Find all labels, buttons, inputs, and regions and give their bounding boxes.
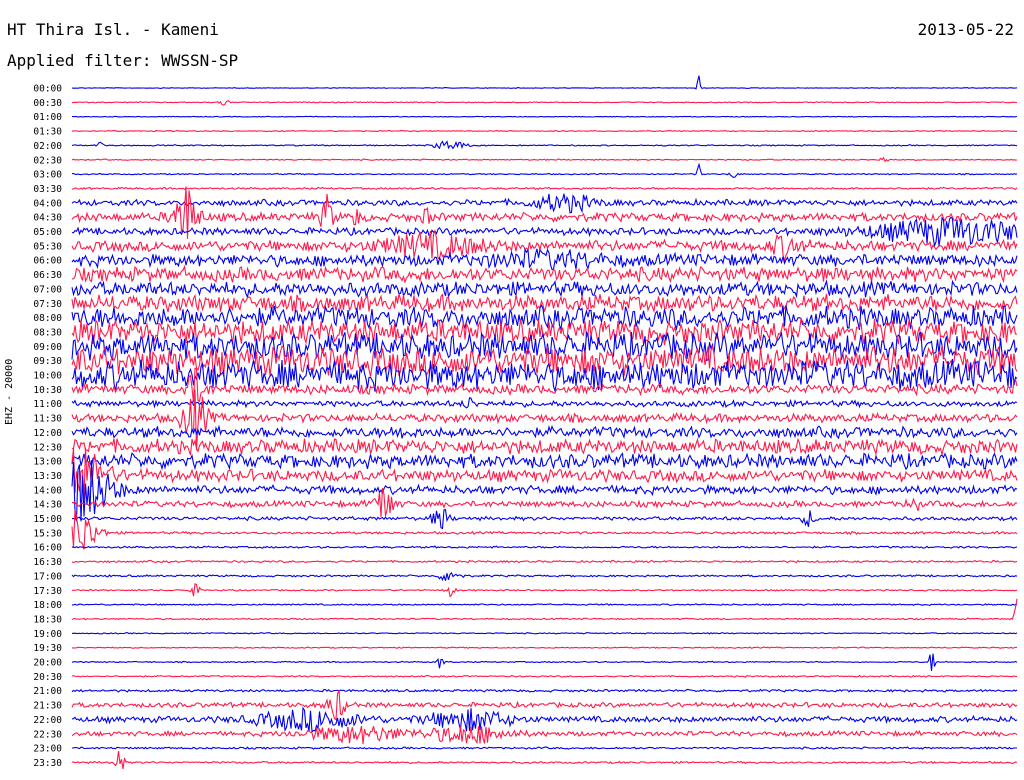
time-label: 13:00 bbox=[33, 457, 62, 468]
time-label: 03:30 bbox=[33, 184, 62, 195]
trace-row bbox=[71, 264, 1018, 284]
time-label: 22:30 bbox=[33, 729, 62, 740]
time-label: 09:30 bbox=[33, 356, 62, 367]
trace-row bbox=[71, 75, 1018, 90]
trace-row bbox=[71, 571, 1018, 582]
time-label: 20:30 bbox=[33, 672, 62, 683]
time-label: 05:00 bbox=[33, 227, 62, 238]
trace-row bbox=[71, 424, 1018, 440]
time-label: 10:00 bbox=[33, 371, 62, 382]
time-label: 17:00 bbox=[33, 571, 62, 582]
trace-row bbox=[71, 129, 1018, 133]
trace-row bbox=[71, 193, 1018, 214]
time-label: 14:00 bbox=[33, 485, 62, 496]
trace-row bbox=[71, 706, 1018, 733]
trace-row bbox=[71, 293, 1018, 314]
time-label: 23:30 bbox=[33, 758, 62, 769]
seismic-traces bbox=[71, 75, 1018, 770]
time-label: 17:30 bbox=[33, 586, 62, 597]
time-label: 16:30 bbox=[33, 557, 62, 568]
time-label: 07:00 bbox=[33, 284, 62, 295]
time-label: 23:00 bbox=[33, 744, 62, 755]
trace-row bbox=[71, 186, 1018, 191]
trace-row bbox=[71, 358, 1018, 393]
time-label: 19:00 bbox=[33, 629, 62, 640]
trace-row bbox=[72, 162, 1018, 178]
trace-row bbox=[71, 460, 1018, 522]
time-label: 11:00 bbox=[33, 399, 62, 410]
time-label: 04:30 bbox=[33, 213, 62, 224]
trace-row bbox=[71, 603, 1018, 607]
trace-row bbox=[71, 598, 1018, 621]
time-label: 18:00 bbox=[33, 600, 62, 611]
time-label: 03:00 bbox=[33, 170, 62, 181]
time-label: 05:30 bbox=[33, 241, 62, 252]
trace-row bbox=[71, 632, 1018, 635]
trace-row bbox=[71, 452, 1018, 471]
time-label: 08:00 bbox=[33, 313, 62, 324]
trace-row bbox=[71, 751, 1018, 770]
time-label: 19:30 bbox=[33, 643, 62, 654]
trace-row bbox=[71, 653, 1018, 671]
date-label: 2013-05-22 bbox=[917, 20, 1014, 39]
trace-row bbox=[71, 509, 1018, 550]
time-label: 20:00 bbox=[33, 658, 62, 669]
time-label: 06:30 bbox=[33, 270, 62, 281]
time-label: 21:00 bbox=[33, 686, 62, 697]
time-label: 14:30 bbox=[33, 500, 62, 511]
time-label: 21:30 bbox=[33, 701, 62, 712]
time-label: 22:00 bbox=[33, 715, 62, 726]
trace-row bbox=[71, 725, 1018, 745]
time-label: 01:00 bbox=[33, 112, 62, 123]
trace-row bbox=[71, 229, 1018, 263]
trace-row bbox=[71, 437, 1018, 456]
time-label: 00:00 bbox=[33, 84, 62, 95]
time-label: 02:00 bbox=[33, 141, 62, 152]
trace-row bbox=[71, 674, 1018, 678]
trace-row bbox=[71, 397, 1018, 409]
time-label: 15:00 bbox=[33, 514, 62, 525]
trace-row bbox=[71, 688, 1018, 693]
trace-row bbox=[71, 156, 1018, 163]
trace-row bbox=[71, 140, 1018, 150]
filter-label: Applied filter: WWSSN-SP bbox=[7, 51, 239, 70]
trace-row bbox=[71, 248, 1018, 271]
time-label: 16:00 bbox=[33, 543, 62, 554]
time-label: 12:30 bbox=[33, 442, 62, 453]
time-label: 08:30 bbox=[33, 327, 62, 338]
trace-row bbox=[71, 545, 1018, 549]
trace-row bbox=[71, 689, 1018, 721]
trace-row bbox=[71, 559, 1018, 564]
time-label: 12:00 bbox=[33, 428, 62, 439]
time-label: 18:30 bbox=[33, 614, 62, 625]
time-label: 09:00 bbox=[33, 342, 62, 353]
helicorder-plot: 00:00 00:30 01:00 01:30 02:00 02:30 03:00 03:30… bbox=[33, 75, 1018, 770]
time-label: 11:30 bbox=[33, 414, 62, 425]
trace-row bbox=[71, 389, 1018, 451]
time-label: 04:00 bbox=[33, 198, 62, 209]
time-labels: 00:00 00:30 01:00 01:30 02:00 02:30 03:00 03:30… bbox=[33, 84, 62, 769]
time-label: 13:30 bbox=[33, 471, 62, 482]
trace-row bbox=[72, 583, 1018, 598]
trace-row bbox=[71, 509, 1018, 530]
time-label: 00:30 bbox=[33, 98, 62, 109]
time-label: 01:30 bbox=[33, 127, 62, 138]
trace-row bbox=[72, 115, 1018, 118]
time-label: 15:30 bbox=[33, 528, 62, 539]
time-label: 06:00 bbox=[33, 256, 62, 267]
trace-row bbox=[71, 279, 1018, 299]
station-title: HT Thira Isl. - Kameni bbox=[7, 20, 219, 39]
time-label: 07:30 bbox=[33, 299, 62, 310]
channel-label: EHZ - 20000 bbox=[4, 358, 15, 425]
trace-row bbox=[72, 746, 1017, 750]
trace-row bbox=[71, 216, 1018, 248]
trace-row bbox=[72, 646, 1018, 649]
time-label: 02:30 bbox=[33, 155, 62, 166]
time-label: 10:30 bbox=[33, 385, 62, 396]
trace-row bbox=[71, 100, 1017, 106]
